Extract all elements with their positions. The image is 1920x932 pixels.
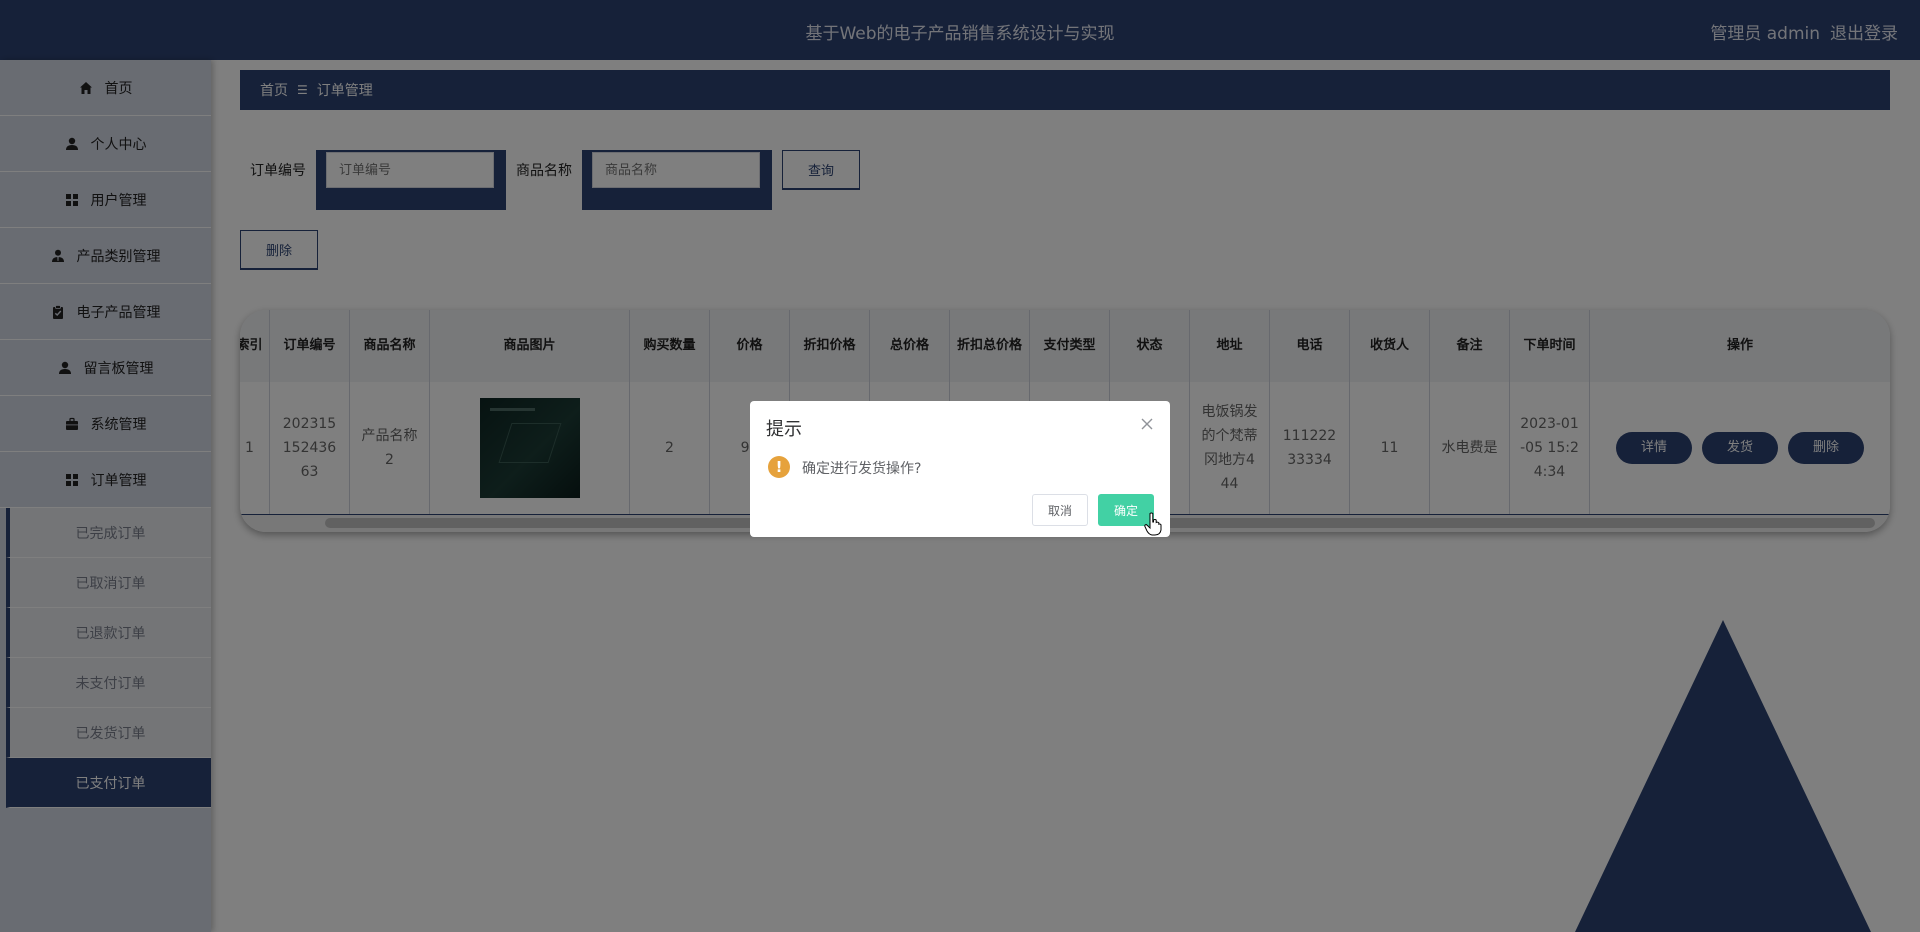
cancel-button[interactable]: 取消 (1032, 494, 1088, 526)
confirm-dialog: 提示 ! 确定进行发货操作? 取消 确定 (750, 401, 1170, 537)
warning-icon: ! (768, 456, 790, 478)
dialog-title: 提示 (766, 419, 802, 440)
hand-cursor-icon (1144, 512, 1162, 536)
close-icon[interactable] (1140, 417, 1154, 431)
dialog-message: 确定进行发货操作? (802, 461, 922, 477)
